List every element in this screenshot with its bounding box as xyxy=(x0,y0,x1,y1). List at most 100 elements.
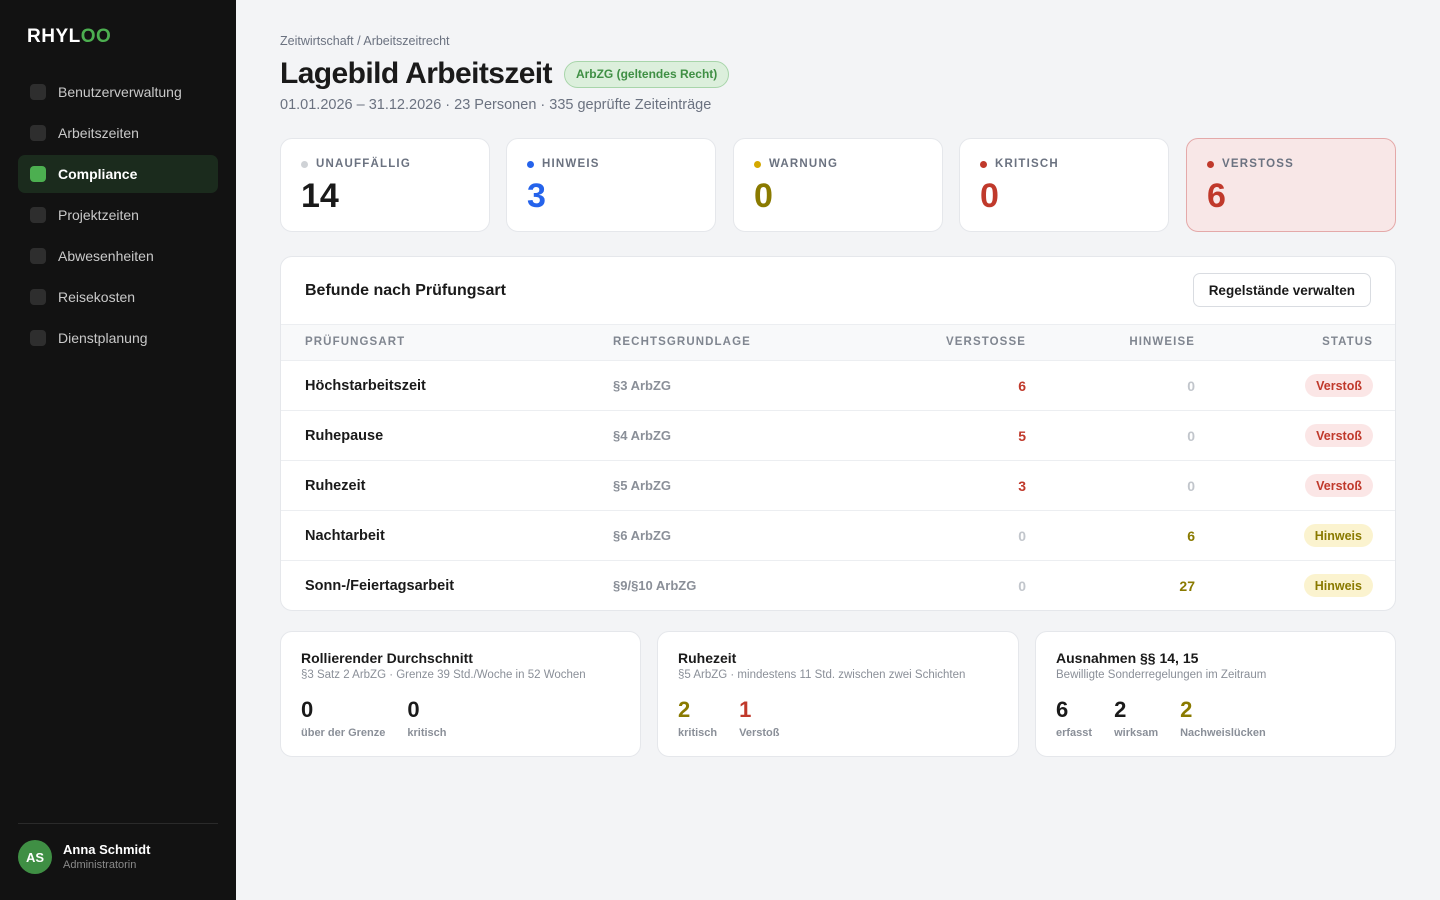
sidebar: RHYLOO Benutzerverwaltung Arbeitszeiten … xyxy=(0,0,236,900)
stat-label: HINWEIS xyxy=(542,158,600,170)
sidebar-item-label: Abwesenheiten xyxy=(58,248,154,264)
panel-stat: 0 über der Grenze xyxy=(301,697,385,739)
sidebar-item-label: Compliance xyxy=(58,166,138,182)
hint-count: 6 xyxy=(1187,528,1195,544)
sidebar-item-dienstplanung[interactable]: Dienstplanung xyxy=(18,319,218,357)
stat-card-hinweis[interactable]: HINWEIS 3 xyxy=(506,138,716,232)
panel-stat-label: kritisch xyxy=(678,727,718,739)
panel-stat-value: 0 xyxy=(407,697,420,722)
nav-square-icon xyxy=(30,289,46,305)
hint-count: 0 xyxy=(1187,428,1195,444)
status-dot-icon xyxy=(301,160,308,168)
stat-label: VERSTOSS xyxy=(1222,158,1295,170)
stat-value: 0 xyxy=(754,177,773,215)
column-header-hinweise[interactable]: HINWEISE xyxy=(1129,336,1195,348)
stat-label: WARNUNG xyxy=(769,158,839,170)
panel-title: Rollierender Durchschnitt xyxy=(301,650,473,666)
panel-stat-value: 2 xyxy=(678,697,691,722)
sidebar-item-label: Arbeitszeiten xyxy=(58,125,139,141)
legal-basis: §5 ArbZG xyxy=(613,478,672,493)
panel-subtitle: §3 Satz 2 ArbZG · Grenze 39 Std./Woche i… xyxy=(301,669,586,681)
column-header-verstoesse[interactable]: VERSTOSSE xyxy=(946,336,1026,348)
sidebar-item-label: Reisekosten xyxy=(58,289,136,305)
stat-card-warnung[interactable]: WARNUNG 0 xyxy=(733,138,943,232)
column-header-status[interactable]: STATUS xyxy=(1322,336,1373,348)
panel-stat: 2 kritisch xyxy=(678,697,717,739)
manage-rules-button[interactable]: Regelstände verwalten xyxy=(1192,273,1371,307)
panel-stat-value: 1 xyxy=(739,697,752,722)
panel-stat-label: Verstoß xyxy=(739,727,780,739)
status-badge: Verstoß xyxy=(1305,374,1373,397)
stat-card-kritisch[interactable]: KRITISCH 0 xyxy=(959,138,1169,232)
stat-value: 6 xyxy=(1207,177,1226,215)
sidebar-item-label: Projektzeiten xyxy=(58,207,139,223)
panel-stat-label: kritisch xyxy=(407,727,447,739)
law-badge: ArbZG (geltendes Recht) xyxy=(563,60,730,88)
summary-stats: UNAUFFÄLLIG 14 HINWEIS 3 WARNUNG 0 KRITI… xyxy=(280,138,1396,232)
stat-label: KRITISCH xyxy=(995,158,1059,170)
sidebar-item-label: Dienstplanung xyxy=(58,330,148,346)
violation-count: 6 xyxy=(1018,378,1026,394)
nav-square-icon xyxy=(30,248,46,264)
nav-square-icon xyxy=(30,166,46,182)
sidebar-item-abwesenheiten[interactable]: Abwesenheiten xyxy=(18,237,218,275)
stat-value: 0 xyxy=(980,177,999,215)
sidebar-item-benutzerverwaltung[interactable]: Benutzerverwaltung xyxy=(18,73,218,111)
legal-basis: §9/§10 ArbZG xyxy=(613,578,697,593)
findings-card: Befunde nach Prüfungsart Regelstände ver… xyxy=(280,256,1396,611)
page-title: Lagebild Arbeitszeit xyxy=(280,57,553,90)
sidebar-item-label: Benutzerverwaltung xyxy=(58,84,182,100)
panel-stat-label: erfasst xyxy=(1056,727,1093,739)
column-header-rechtsgrundlage[interactable]: RECHTSGRUNDLAGE xyxy=(613,336,751,348)
stat-label: UNAUFFÄLLIG xyxy=(316,158,411,170)
column-header-pruefungsart[interactable]: PRÜFUNGSART xyxy=(305,336,405,348)
legal-basis: §6 ArbZG xyxy=(613,528,672,543)
table-row[interactable]: Nachtarbeit §6 ArbZG 0 6 Hinweis xyxy=(281,511,1395,561)
status-badge: Verstoß xyxy=(1305,424,1373,447)
brand-logo[interactable]: RHYLOO xyxy=(27,26,111,48)
sidebar-nav: Benutzerverwaltung Arbeitszeiten Complia… xyxy=(18,73,218,360)
title-row: Lagebild Arbeitszeit ArbZG (geltendes Re… xyxy=(280,57,730,91)
table-row[interactable]: Höchstarbeitszeit §3 ArbZG 6 0 Verstoß xyxy=(281,361,1395,411)
status-badge: Hinweis xyxy=(1303,524,1373,547)
panel-subtitle: Bewilligte Sonderregelungen im Zeitraum xyxy=(1056,669,1267,681)
sidebar-item-reisekosten[interactable]: Reisekosten xyxy=(18,278,218,316)
check-type: Nachtarbeit xyxy=(305,528,385,544)
table-row[interactable]: Ruhezeit §5 ArbZG 3 0 Verstoß xyxy=(281,461,1395,511)
panel-stat: 6 erfasst xyxy=(1056,697,1092,739)
nav-square-icon xyxy=(30,125,46,141)
check-type: Ruhepause xyxy=(305,428,384,444)
stat-card-verstoss[interactable]: VERSTOSS 6 xyxy=(1186,138,1396,232)
panel-stat-value: 6 xyxy=(1056,697,1069,722)
table-header: PRÜFUNGSART RECHTSGRUNDLAGE VERSTOSSE HI… xyxy=(281,324,1395,361)
violation-count: 5 xyxy=(1018,428,1026,444)
panel-title: Ausnahmen §§ 14, 15 xyxy=(1056,650,1199,666)
page-subtitle: 01.01.2026 – 31.12.2026 · 23 Personen · … xyxy=(280,97,712,113)
status-badge: Hinweis xyxy=(1303,574,1373,597)
avatar: AS xyxy=(18,840,52,874)
hint-count: 0 xyxy=(1187,478,1195,494)
panel-exceptions: Ausnahmen §§ 14, 15 Bewilligte Sonderreg… xyxy=(1035,631,1396,757)
table-row[interactable]: Sonn-/Feiertagsarbeit §9/§10 ArbZG 0 27 … xyxy=(281,561,1395,610)
panel-stat-value: 2 xyxy=(1180,697,1193,722)
violation-count: 0 xyxy=(1018,578,1026,594)
panel-rest-period: Ruhezeit §5 ArbZG · mindestens 11 Std. z… xyxy=(657,631,1019,757)
panel-stat: 2 wirksam xyxy=(1114,697,1158,739)
nav-square-icon xyxy=(30,84,46,100)
panel-rolling-average: Rollierender Durchschnitt §3 Satz 2 ArbZ… xyxy=(280,631,641,757)
violation-count: 0 xyxy=(1018,528,1026,544)
user-role: Administratorin xyxy=(63,859,137,871)
table-row[interactable]: Ruhepause §4 ArbZG 5 0 Verstoß xyxy=(281,411,1395,461)
legal-basis: §3 ArbZG xyxy=(613,378,672,393)
stat-card-unauffaellig[interactable]: UNAUFFÄLLIG 14 xyxy=(280,138,490,232)
panel-stats: 0 über der Grenze 0 kritisch xyxy=(301,697,469,739)
panel-stat-label: über der Grenze xyxy=(301,727,386,739)
panel-stat-label: wirksam xyxy=(1114,727,1159,739)
legal-basis: §4 ArbZG xyxy=(613,428,672,443)
sidebar-item-projektzeiten[interactable]: Projektzeiten xyxy=(18,196,218,234)
sidebar-item-compliance[interactable]: Compliance xyxy=(18,155,218,193)
sidebar-item-arbeitszeiten[interactable]: Arbeitszeiten xyxy=(18,114,218,152)
user-profile[interactable]: AS Anna Schmidt Administratorin xyxy=(18,840,150,874)
check-type: Ruhezeit xyxy=(305,478,366,494)
panel-subtitle: §5 ArbZG · mindestens 11 Std. zwischen z… xyxy=(678,669,966,681)
